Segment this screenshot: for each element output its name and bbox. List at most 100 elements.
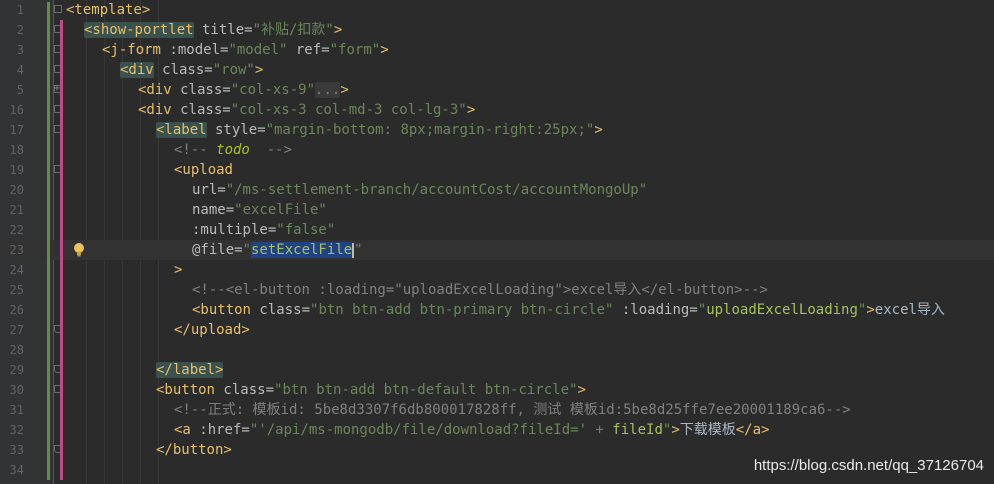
code-text[interactable]: <upload — [174, 160, 233, 180]
code-text[interactable]: </label> — [155, 360, 224, 380]
code-token: "col-xs-9" — [230, 82, 316, 98]
code-editor[interactable]: 1 <template> 2 <show-portlet title="补贴/扣款">… — [0, 0, 994, 484]
code-line[interactable]: 3 <j-form :model="model" ref="form"> — [0, 40, 994, 60]
code-token: <template> — [66, 2, 151, 18]
code-token: ref= — [287, 42, 330, 58]
code-line[interactable]: 25 <!--<el-button :loading="uploadExcelLo… — [0, 280, 994, 300]
code-token: <!--正式: 模板id: 5be8d3307f6db800017828ff, … — [173, 402, 851, 418]
code-line[interactable]: 21 name="excelFile" — [0, 200, 994, 220]
line-number: 27 — [9, 323, 24, 337]
code-line[interactable]: 22 :multiple="false" — [0, 220, 994, 240]
code-text[interactable]: <button class="btn btn-add btn-default b… — [156, 380, 586, 400]
code-token: :model= — [161, 42, 229, 58]
code-text[interactable]: <!-- todo --> — [174, 140, 292, 160]
code-line[interactable]: 23 @file="setExcelFile " — [0, 240, 994, 260]
code-token: > — [254, 62, 264, 78]
code-token: title= — [193, 22, 253, 38]
code-line[interactable]: 31 <!--正式: 模板id: 5be8d3307f6db800017828ff… — [0, 400, 994, 420]
code-line[interactable]: 16 <div class="col-xs-3 col-md-3 col-lg-3… — [0, 100, 994, 120]
code-line[interactable]: 29 </label> — [0, 360, 994, 380]
code-text[interactable]: <label style="margin-bottom: 8px;margin-… — [155, 120, 603, 140]
code-text[interactable]: <j-form :model="model" ref="form"> — [102, 40, 389, 60]
line-number: 31 — [9, 403, 24, 417]
code-text[interactable]: <template> — [66, 0, 150, 20]
code-text[interactable]: url="/ms-settlement-branch/accountCost/a… — [192, 180, 647, 200]
code-token: > — [671, 422, 680, 438]
code-text[interactable]: <div class="row"> — [119, 60, 264, 80]
code-token: > — [380, 42, 389, 58]
code-token: <button — [155, 382, 215, 398]
code-token: "col-xs-3 col-md-3 col-lg-3" — [230, 102, 467, 118]
code-token: excel导入 — [874, 302, 945, 318]
line-number: 29 — [9, 363, 24, 377]
code-text[interactable]: <show-portlet title="补贴/扣款"> — [83, 20, 343, 40]
line-number: 3 — [16, 43, 24, 57]
code-line[interactable]: 26 <button class="btn btn-add btn-primary… — [0, 300, 994, 320]
code-token: class= — [215, 382, 275, 398]
code-token: <div — [137, 102, 172, 118]
code-token: "model" — [228, 42, 288, 58]
code-token: > — [594, 122, 603, 138]
code-token: "margin-bottom: 8px;margin-right:25px;" — [265, 122, 595, 138]
change-marker-modified — [60, 20, 63, 480]
code-token: "补贴/扣款" — [252, 22, 334, 38]
code-text[interactable]: :multiple="false" — [192, 220, 335, 240]
code-token: </label> — [155, 362, 224, 378]
line-number: 1 — [16, 3, 24, 17]
code-token: <!--<el-button :loading="uploadExcelLoad… — [191, 282, 768, 298]
fold-collapse-icon[interactable] — [54, 5, 62, 13]
code-token: name= — [191, 202, 235, 218]
code-line[interactable]: 2 <show-portlet title="补贴/扣款"> — [0, 20, 994, 40]
lightbulb-icon[interactable] — [73, 242, 85, 258]
code-line[interactable]: 27 </upload> — [0, 320, 994, 340]
code-line[interactable]: 5 <div class="col-xs-9"...> — [0, 79, 994, 100]
code-token: > — [466, 102, 476, 118]
line-number: 16 — [9, 103, 24, 117]
code-text[interactable]: > — [174, 260, 182, 280]
line-number: 34 — [9, 463, 24, 477]
code-token: > — [333, 22, 343, 38]
code-line[interactable]: 19 <upload — [0, 160, 994, 180]
line-number: 23 — [9, 243, 24, 257]
code-token: "/ms-settlement-branch/accountCost/accou… — [225, 182, 648, 198]
change-marker-added — [47, 2, 50, 480]
code-text[interactable]: <!--正式: 模板id: 5be8d3307f6db800017828ff, … — [174, 400, 851, 420]
code-text[interactable]: <a :href="'/api/ms-mongodb/file/download… — [174, 420, 769, 440]
code-text[interactable]: <div class="col-xs-3 col-md-3 col-lg-3"> — [138, 100, 475, 120]
code-line[interactable]: 32 <a :href="'/api/ms-mongodb/file/downlo… — [0, 420, 994, 440]
code-text[interactable]: name="excelFile" — [192, 200, 327, 220]
code-token: "false" — [276, 222, 336, 238]
code-token: "btn btn-add btn-default btn-circle" — [274, 382, 578, 398]
code-line[interactable]: 20 url="/ms-settlement-branch/accountCost… — [0, 180, 994, 200]
code-token: <show-portlet — [83, 22, 194, 38]
code-line[interactable]: 1 <template> — [0, 0, 994, 20]
line-number: 30 — [9, 383, 24, 397]
code-text[interactable]: </upload> — [174, 320, 250, 340]
code-line[interactable]: 24 > — [0, 260, 994, 280]
code-token: ... — [315, 82, 341, 98]
code-token: > — [866, 302, 875, 318]
code-text[interactable]: </button> — [156, 440, 232, 460]
code-text[interactable]: <div class="col-xs-9"...> — [138, 80, 349, 100]
code-token: todo — [216, 142, 250, 158]
code-token: > — [577, 382, 586, 398]
code-text[interactable]: @file="setExcelFile " — [192, 240, 363, 260]
code-text[interactable]: <!--<el-button :loading="uploadExcelLoad… — [192, 280, 768, 300]
code-token: @file= — [191, 242, 243, 258]
line-number: 4 — [16, 63, 24, 77]
code-token: </button> — [155, 442, 232, 458]
code-token: style= — [206, 122, 266, 138]
code-line[interactable]: 28 — [0, 340, 994, 360]
code-token: <j-form — [101, 42, 161, 58]
code-line[interactable]: 30 <button class="btn btn-add btn-default… — [0, 380, 994, 400]
code-token: class= — [171, 102, 231, 118]
code-text[interactable]: <button class="btn btn-add btn-primary b… — [192, 300, 945, 320]
code-line[interactable]: 18 <!-- todo --> — [0, 140, 994, 160]
code-token: <div — [119, 62, 154, 78]
code-line[interactable]: 4 <div class="row"> — [0, 60, 994, 80]
line-number: 17 — [9, 123, 24, 137]
code-token: " — [242, 242, 251, 258]
code-line[interactable]: 17 <label style="margin-bottom: 8px;margi… — [0, 120, 994, 140]
code-token: :href= — [190, 422, 250, 438]
line-number: 22 — [9, 223, 24, 237]
